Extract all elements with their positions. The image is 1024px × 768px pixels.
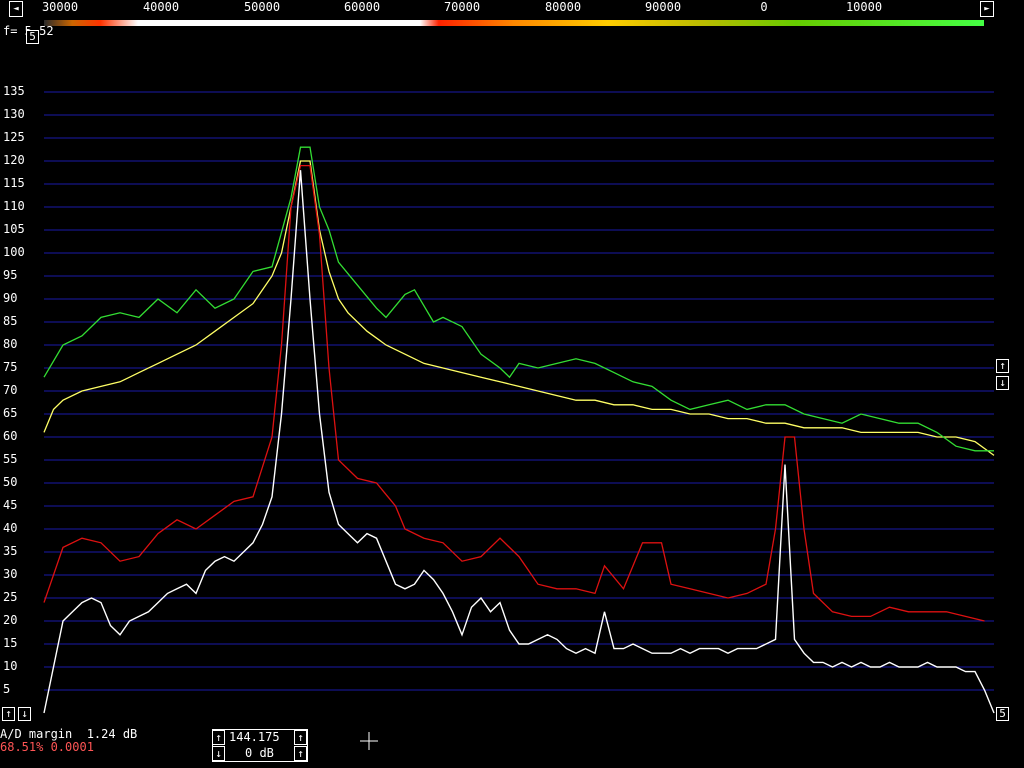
y-tick-label: 10 — [3, 659, 18, 673]
spectrum-traces — [43, 146, 995, 714]
y-tick-label: 20 — [3, 613, 18, 627]
gain-up-right-button[interactable]: ↑ — [294, 746, 307, 761]
y-tick-label: 125 — [3, 130, 25, 144]
frequency-control: ↑ 144.175 ↑ ↓ 0 dB ↑ — [212, 729, 308, 763]
gain-down-left-button[interactable]: ↓ — [212, 746, 225, 761]
right-scroll-down-button[interactable]: ↓ — [996, 376, 1009, 390]
yellow-trace — [43, 160, 995, 456]
y-tick-label: 75 — [3, 360, 18, 374]
load-readout: 68.51% 0.0001 — [0, 740, 94, 754]
y-tick-label: 135 — [3, 84, 25, 98]
y-tick-label: 95 — [3, 268, 18, 282]
y-tick-label: 45 — [3, 498, 18, 512]
y-tick-label: 15 — [3, 636, 18, 650]
ad-margin-label: A/D margin 1.24 dB — [0, 727, 138, 741]
y-tick-label: 35 — [3, 544, 18, 558]
y-tick-label: 90 — [3, 291, 18, 305]
y-tick-label: 85 — [3, 314, 18, 328]
y-tick-label: 55 — [3, 452, 18, 466]
y-tick-label: 120 — [3, 153, 25, 167]
red-trace — [43, 164, 985, 622]
y-tick-label: 115 — [3, 176, 25, 190]
y-tick-label: 110 — [3, 199, 25, 213]
left-scroll-up-button[interactable]: ↑ — [2, 707, 15, 721]
y-tick-label: 40 — [3, 521, 18, 535]
y-tick-label: 30 — [3, 567, 18, 581]
grid-lines — [44, 91, 994, 691]
gain-value-display[interactable]: 0 dB — [245, 746, 274, 760]
right-five-button[interactable]: 5 — [996, 707, 1009, 721]
freq-up-left-button[interactable]: ↑ — [212, 730, 225, 745]
right-scroll-up-button[interactable]: ↑ — [996, 359, 1009, 373]
freq-up-right-button[interactable]: ↑ — [294, 730, 307, 745]
y-tick-label: 65 — [3, 406, 18, 420]
white-trace — [43, 170, 995, 714]
y-tick-label: 5 — [3, 682, 11, 696]
left-scroll-down-button[interactable]: ↓ — [18, 707, 31, 721]
y-tick-label: 105 — [3, 222, 25, 236]
y-tick-label: 25 — [3, 590, 18, 604]
freq-value-display[interactable]: 144.175 — [229, 730, 280, 744]
y-tick-label: 60 — [3, 429, 18, 443]
crosshair-cursor — [360, 732, 378, 750]
y-tick-label: 130 — [3, 107, 25, 121]
y-tick-label: 100 — [3, 245, 25, 259]
spectrum-plot[interactable] — [0, 0, 1024, 768]
y-tick-label: 50 — [3, 475, 18, 489]
y-tick-label: 70 — [3, 383, 18, 397]
y-tick-label: 80 — [3, 337, 18, 351]
